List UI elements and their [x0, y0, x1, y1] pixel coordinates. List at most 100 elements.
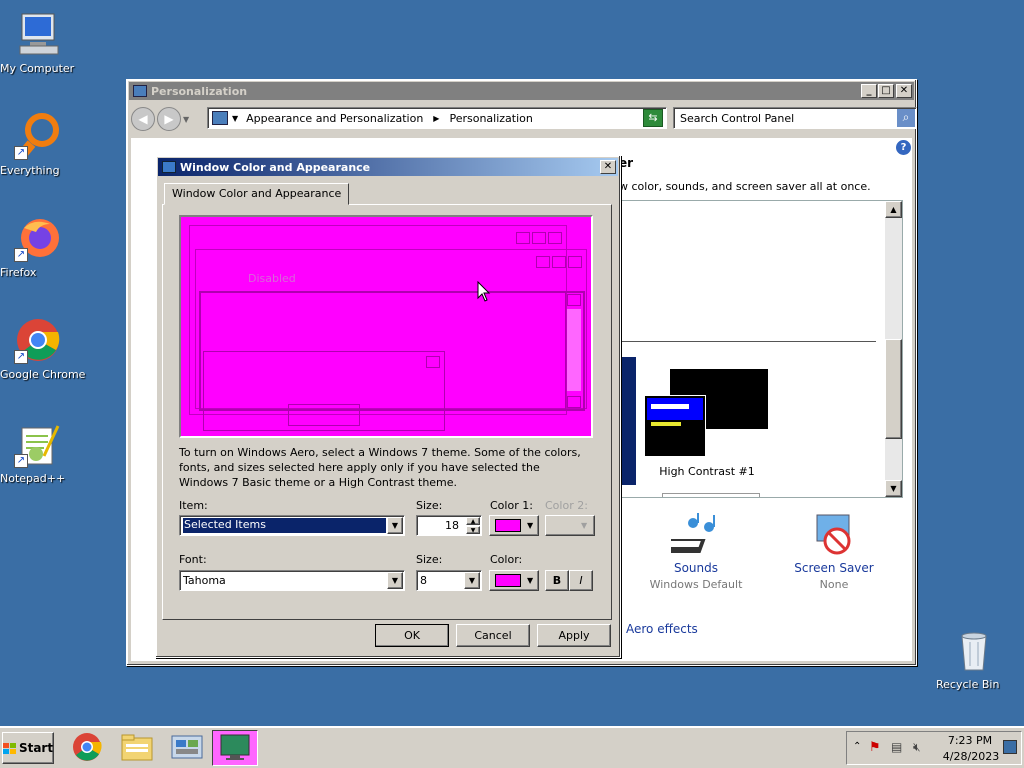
- display-icon: [218, 732, 252, 765]
- theme-list-scrollbar[interactable]: ▲ ▼: [885, 201, 902, 497]
- screen-saver-link[interactable]: Screen Saver None: [774, 513, 894, 591]
- appearance-preview[interactable]: Disabled: [179, 215, 593, 438]
- breadcrumb-dropdown-icon[interactable]: ▼: [232, 114, 238, 123]
- chevron-down-icon: ▼: [581, 521, 588, 530]
- page-heading: er: [619, 156, 634, 170]
- recent-pages-dropdown[interactable]: ▼: [183, 115, 189, 124]
- scroll-thumb[interactable]: [885, 339, 902, 439]
- desktop-icon-notepad-plus-plus[interactable]: ↗ Notepad++: [0, 420, 76, 485]
- theme-list[interactable]: High Contrast #1 ▲ ▼: [613, 200, 903, 498]
- address-bar[interactable]: ▼ Appearance and Personalization ▶ Perso…: [207, 107, 667, 129]
- theme-next-partial: [662, 493, 760, 497]
- taskbar-chrome[interactable]: [64, 730, 110, 766]
- font-select[interactable]: Tahoma ▼: [179, 570, 405, 591]
- breadcrumb-item[interactable]: Appearance and Personalization: [246, 112, 423, 125]
- chrome-icon: [71, 731, 103, 766]
- taskbar: Start ⌃ ⚑ ▤ 🔇︎ 7:23 PM 4/28/2023: [0, 726, 1024, 768]
- spin-up-button[interactable]: ▲: [466, 517, 480, 525]
- page-subtitle: w color, sounds, and screen saver all at…: [619, 180, 871, 193]
- tab-window-color-appearance[interactable]: Window Color and Appearance: [164, 183, 350, 205]
- color1-picker[interactable]: ▼: [489, 515, 539, 536]
- screen-saver-label[interactable]: Screen Saver: [774, 561, 894, 575]
- color1-label: Color 1:: [490, 499, 533, 512]
- font-size-select[interactable]: 8 ▼: [416, 570, 482, 591]
- sounds-link[interactable]: Sounds Windows Default: [636, 513, 756, 591]
- preview-message-box[interactable]: [203, 351, 445, 431]
- sounds-icon: [660, 513, 721, 559]
- action-center-flag-icon[interactable]: ⚑: [869, 740, 881, 755]
- ok-button[interactable]: OK: [375, 624, 449, 647]
- close-button[interactable]: ✕: [896, 84, 912, 98]
- scroll-up-button[interactable]: ▲: [885, 201, 902, 218]
- item-size-spinner[interactable]: 18 ▲ ▼: [416, 515, 482, 536]
- desktop-icon-firefox[interactable]: ↗ Firefox: [0, 214, 76, 279]
- desktop-icon-label: Notepad++: [0, 472, 66, 485]
- taskbar-control-panel[interactable]: [164, 730, 210, 766]
- preview-ok-button: [288, 404, 360, 426]
- taskbar-file-explorer[interactable]: [114, 730, 160, 766]
- scroll-down-button[interactable]: ▼: [885, 480, 902, 497]
- network-icon[interactable]: ▤: [891, 740, 902, 754]
- font-color-picker[interactable]: ▼: [489, 570, 539, 591]
- personalization-titlebar[interactable]: Personalization _ □ ✕: [129, 82, 914, 100]
- desktop-icon-label: Firefox: [0, 266, 37, 279]
- screen-saver-icon: [811, 513, 857, 559]
- chevron-down-icon[interactable]: ▼: [387, 572, 403, 589]
- color2-label: Color 2:: [545, 499, 588, 512]
- aero-info-text: To turn on Windows Aero, select a Window…: [179, 446, 581, 489]
- italic-button[interactable]: I: [569, 570, 593, 591]
- breadcrumb-separator-icon[interactable]: ▶: [433, 114, 439, 123]
- color-swatch: [495, 519, 521, 532]
- show-hidden-icons-icon[interactable]: ⌃: [853, 741, 861, 752]
- search-icon[interactable]: ⌕: [897, 109, 915, 127]
- control-panel-icon: [133, 85, 147, 97]
- screen-saver-value: None: [819, 578, 849, 591]
- volume-icon[interactable]: 🔇︎: [913, 740, 921, 755]
- mouse-cursor-icon: [477, 280, 491, 306]
- item-select[interactable]: Selected Items ▼: [179, 515, 405, 536]
- preview-scrollbar: [565, 293, 581, 409]
- chevron-down-icon[interactable]: ▼: [387, 517, 403, 534]
- chrome-icon: ↗: [14, 316, 62, 364]
- spin-down-button[interactable]: ▼: [466, 526, 480, 534]
- bold-button[interactable]: B: [545, 570, 569, 591]
- maximize-button[interactable]: □: [878, 84, 894, 98]
- start-button[interactable]: Start: [2, 732, 54, 764]
- clock-date[interactable]: 4/28/2023: [939, 750, 1003, 763]
- chevron-down-icon[interactable]: ▼: [464, 572, 480, 589]
- everything-icon: ↗: [14, 112, 62, 160]
- cancel-button[interactable]: Cancel: [456, 624, 530, 647]
- clock-time[interactable]: 7:23 PM: [945, 734, 995, 747]
- help-icon[interactable]: ?: [896, 140, 911, 155]
- taskbar-personalization[interactable]: [212, 730, 258, 766]
- recycle-bin-icon: [950, 626, 998, 674]
- aero-effects-link[interactable]: Aero effects: [626, 622, 698, 636]
- refresh-icon[interactable]: ⇆: [643, 109, 663, 127]
- theme-high-contrast-1[interactable]: High Contrast #1: [644, 369, 774, 479]
- forward-button[interactable]: ▶: [157, 107, 181, 131]
- desktop-icon-my-computer[interactable]: My Computer: [0, 10, 76, 75]
- shortcut-arrow-icon: ↗: [14, 146, 28, 160]
- dialog-titlebar[interactable]: Window Color and Appearance ✕: [158, 158, 618, 176]
- back-button[interactable]: ◀: [131, 107, 155, 131]
- close-button[interactable]: ✕: [600, 160, 616, 174]
- breadcrumb-item[interactable]: Personalization: [449, 112, 532, 125]
- desktop-icon-recycle-bin[interactable]: Recycle Bin: [936, 626, 1012, 691]
- desktop-icon-everything[interactable]: ↗ Everything: [0, 112, 76, 177]
- color2-picker[interactable]: ▼: [545, 515, 595, 536]
- show-desktop-icon[interactable]: [1003, 740, 1017, 754]
- computer-icon: [14, 10, 62, 58]
- theme-name: High Contrast #1: [659, 465, 755, 478]
- apply-button[interactable]: Apply: [537, 624, 611, 647]
- desktop-icon-label: My Computer: [0, 62, 75, 75]
- desktop-icon-label: Recycle Bin: [936, 678, 1000, 691]
- window-title: Personalization: [151, 84, 248, 98]
- minimize-button[interactable]: _: [861, 84, 877, 98]
- theme-preview-front: [644, 395, 706, 457]
- desktop-icon-google-chrome[interactable]: ↗ Google Chrome: [0, 316, 85, 381]
- search-input[interactable]: Search Control Panel ⌕: [673, 107, 917, 129]
- control-panel-icon: [170, 732, 204, 765]
- firefox-icon: ↗: [14, 214, 62, 262]
- sounds-value: Windows Default: [649, 578, 743, 591]
- sounds-label[interactable]: Sounds: [636, 561, 756, 575]
